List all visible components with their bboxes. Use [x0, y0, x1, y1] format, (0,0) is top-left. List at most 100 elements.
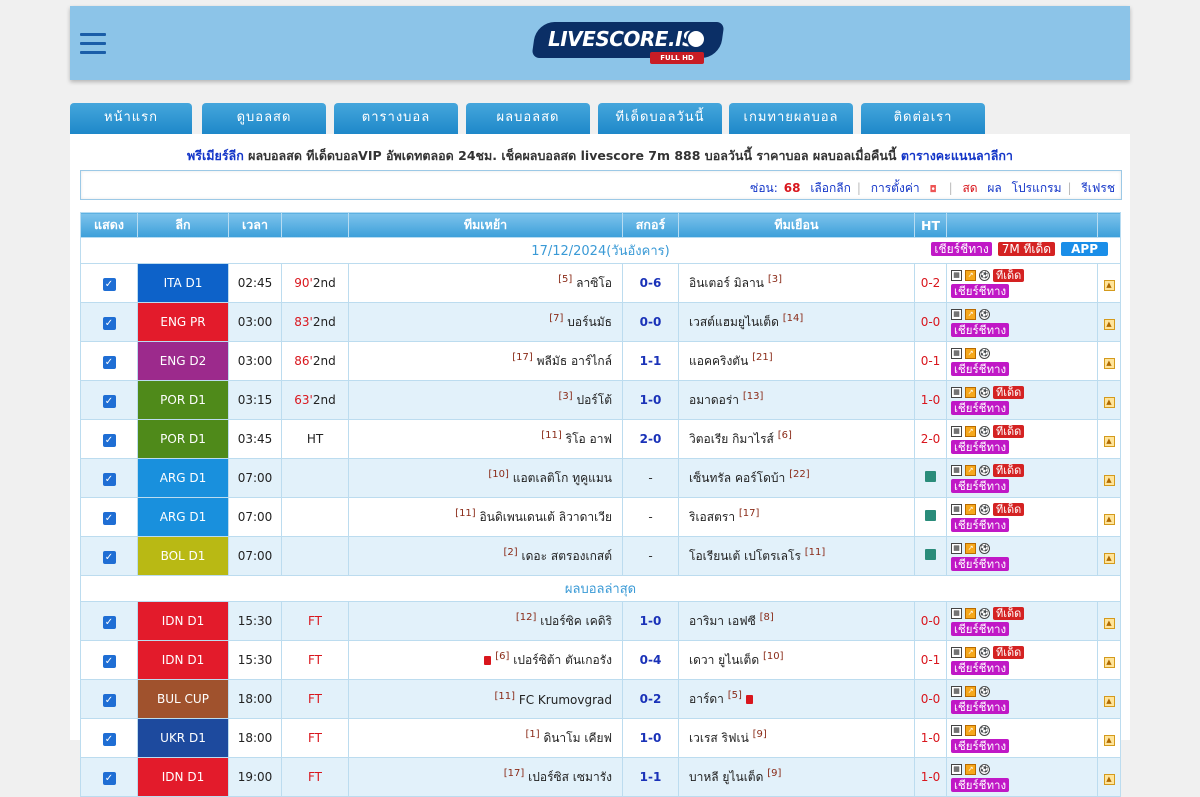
soccer-ball-icon[interactable]: ⚽ — [979, 608, 990, 619]
score[interactable]: 2-0 — [622, 419, 679, 459]
score[interactable]: 1-0 — [622, 380, 679, 420]
trend-icon[interactable]: ↗ — [965, 647, 976, 658]
league-cell[interactable]: ITA D1 — [137, 263, 229, 303]
home-team-cell[interactable]: [11] FC Krumovgrad — [348, 679, 623, 719]
show-checkbox[interactable]: ✓ — [102, 394, 116, 408]
league-cell[interactable]: ARG D1 — [137, 458, 229, 498]
home-team-cell[interactable]: [5] ลาซิโอ — [348, 263, 623, 303]
league-cell[interactable]: POR D1 — [137, 380, 229, 420]
app-button[interactable]: APP — [1061, 242, 1108, 256]
stats-icon[interactable]: ▦ — [951, 543, 962, 554]
move-up-icon[interactable]: ▲ — [1103, 695, 1115, 707]
league-cell[interactable]: BUL CUP — [137, 679, 229, 719]
cheer-badge[interactable]: เชียร์ชีทาง — [951, 439, 1010, 454]
away-team-cell[interactable]: เวเรส ริฟเน่ [9] — [678, 718, 915, 758]
soccer-ball-icon[interactable]: ⚽ — [979, 348, 990, 359]
move-up-icon[interactable]: ▲ — [1103, 357, 1115, 369]
menu-icon[interactable] — [80, 33, 106, 55]
cheer-badge[interactable]: เชียร์ชีทาง — [951, 556, 1010, 571]
home-team-cell[interactable]: [3] ปอร์โต้ — [348, 380, 623, 420]
stats-icon[interactable]: ▦ — [951, 387, 962, 398]
cheer-badge[interactable]: เชียร์ชีทาง — [951, 478, 1010, 493]
show-checkbox[interactable]: ✓ — [102, 732, 116, 746]
home-team-cell[interactable]: [10] แอตเลติโก ทูคูแมน — [348, 458, 623, 498]
away-team-cell[interactable]: อาร์ดา [5] — [678, 679, 915, 719]
soccer-ball-icon[interactable]: ⚽ — [979, 309, 990, 320]
match-row[interactable]: ✓ POR D1 03:45 HT [11] ริโอ อาฟ 2-0 วิตอเรีย ก… — [80, 419, 1121, 459]
league-cell[interactable]: BOL D1 — [137, 536, 229, 576]
nav-contact[interactable]: ติดต่อเรา — [861, 103, 985, 134]
trend-icon[interactable]: ↗ — [965, 426, 976, 437]
away-team-cell[interactable]: เดวา ยูไนเต็ด [10] — [678, 640, 915, 680]
filter-program-link[interactable]: โปรแกรม — [1012, 181, 1062, 195]
cheer-badge[interactable]: เชียร์ชีทาง — [951, 283, 1010, 298]
home-team-cell[interactable]: [17] พลีมัธ อาร์ไกล์ — [348, 341, 623, 381]
cheer-badge[interactable]: เชียร์ชีทาง — [951, 621, 1010, 636]
trend-icon[interactable]: ↗ — [965, 504, 976, 515]
away-team-cell[interactable]: อมาดอร่า [13] — [678, 380, 915, 420]
score[interactable]: 1-1 — [622, 757, 679, 797]
match-row[interactable]: ✓ BOL D1 07:00 [2] เดอะ สตรองเกสต์ - โอเรียนเ… — [80, 536, 1121, 576]
match-row[interactable]: ✓ IDN D1 19:00 FT [17] เปอร์ซิส เซมารัง 1-1 บา… — [80, 757, 1121, 797]
home-team-cell[interactable]: [17] เปอร์ซิส เซมารัง — [348, 757, 623, 797]
show-checkbox[interactable]: ✓ — [102, 472, 116, 486]
soccer-ball-icon[interactable]: ⚽ — [979, 647, 990, 658]
match-row[interactable]: ✓ UKR D1 18:00 FT [1] ดินาโม เคียฟ 1-0 เวเรส ร… — [80, 718, 1121, 758]
home-team-cell[interactable]: [7] บอร์นมัธ — [348, 302, 623, 342]
home-team-cell[interactable]: [11] ริโอ อาฟ — [348, 419, 623, 459]
laliga-table-link[interactable]: ตารางคะแนนลาลีกา — [901, 148, 1013, 163]
tv-icon[interactable] — [925, 471, 936, 482]
league-cell[interactable]: ARG D1 — [137, 497, 229, 537]
move-up-icon[interactable]: ▲ — [1103, 396, 1115, 408]
league-cell[interactable]: IDN D1 — [137, 601, 229, 641]
cheer-badge[interactable]: เชียร์ชีทาง — [951, 361, 1010, 376]
move-up-icon[interactable]: ▲ — [1103, 734, 1115, 746]
tip-badge[interactable]: ทีเด็ด — [993, 503, 1025, 516]
tip-badge[interactable]: ทีเด็ด — [993, 269, 1025, 282]
tv-icon[interactable] — [925, 510, 936, 521]
league-cell[interactable]: IDN D1 — [137, 757, 229, 797]
filter-live-link[interactable]: สด — [962, 181, 977, 195]
move-up-icon[interactable]: ▲ — [1103, 318, 1115, 330]
move-up-icon[interactable]: ▲ — [1103, 617, 1115, 629]
stats-icon[interactable]: ▦ — [951, 764, 962, 775]
filter-result-link[interactable]: ผล — [987, 181, 1001, 195]
league-cell[interactable]: ENG D2 — [137, 341, 229, 381]
away-team-cell[interactable]: ริเอสตรา [17] — [678, 497, 915, 537]
trend-icon[interactable]: ↗ — [965, 764, 976, 775]
soccer-ball-icon[interactable]: ⚽ — [979, 686, 990, 697]
cheer-badge[interactable]: เชียร์ชีทาง — [951, 699, 1010, 714]
away-team-cell[interactable]: โอเรียนเต้ เปโตรเลโร [11] — [678, 536, 915, 576]
soccer-ball-icon[interactable]: ⚽ — [979, 543, 990, 554]
stats-icon[interactable]: ▦ — [951, 725, 962, 736]
league-cell[interactable]: IDN D1 — [137, 640, 229, 680]
away-team-cell[interactable]: เวสต์แฮมยูไนเต็ด [14] — [678, 302, 915, 342]
move-up-icon[interactable]: ▲ — [1103, 474, 1115, 486]
league-cell[interactable]: POR D1 — [137, 419, 229, 459]
cheer-badge[interactable]: เชียร์ชีทาง — [951, 777, 1010, 792]
stats-icon[interactable]: ▦ — [951, 309, 962, 320]
trend-icon[interactable]: ↗ — [965, 725, 976, 736]
soccer-ball-icon[interactable]: ⚽ — [979, 504, 990, 515]
score[interactable]: 0-2 — [622, 679, 679, 719]
trend-icon[interactable]: ↗ — [965, 387, 976, 398]
match-row[interactable]: ✓ ITA D1 02:45 90'2nd [5] ลาซิโอ 0-6 อินเตอร์ … — [80, 263, 1121, 303]
home-team-cell[interactable]: [2] เดอะ สตรองเกสต์ — [348, 536, 623, 576]
site-logo[interactable]: LIVESCORE.IS FULL HD — [531, 22, 725, 66]
trend-icon[interactable]: ↗ — [965, 309, 976, 320]
score[interactable]: - — [622, 497, 679, 537]
nav-schedule[interactable]: ตารางบอล — [334, 103, 458, 134]
score[interactable]: 0-0 — [622, 302, 679, 342]
show-checkbox[interactable]: ✓ — [102, 433, 116, 447]
league-cell[interactable]: UKR D1 — [137, 718, 229, 758]
move-up-icon[interactable]: ▲ — [1103, 513, 1115, 525]
match-row[interactable]: ✓ BUL CUP 18:00 FT [11] FC Krumovgrad 0-2 อาร์… — [80, 679, 1121, 719]
league-cell[interactable]: ENG PR — [137, 302, 229, 342]
nav-live-score[interactable]: ผลบอลสด — [466, 103, 590, 134]
tips-7m-button[interactable]: 7M ทีเด็ด — [997, 242, 1056, 256]
match-row[interactable]: ✓ ENG PR 03:00 83'2nd [7] บอร์นมัธ 0-0 เวสต์แฮ… — [80, 302, 1121, 342]
show-checkbox[interactable]: ✓ — [102, 550, 116, 564]
tip-badge[interactable]: ทีเด็ด — [993, 386, 1025, 399]
soccer-ball-icon[interactable]: ⚽ — [979, 465, 990, 476]
show-checkbox[interactable]: ✓ — [102, 316, 116, 330]
